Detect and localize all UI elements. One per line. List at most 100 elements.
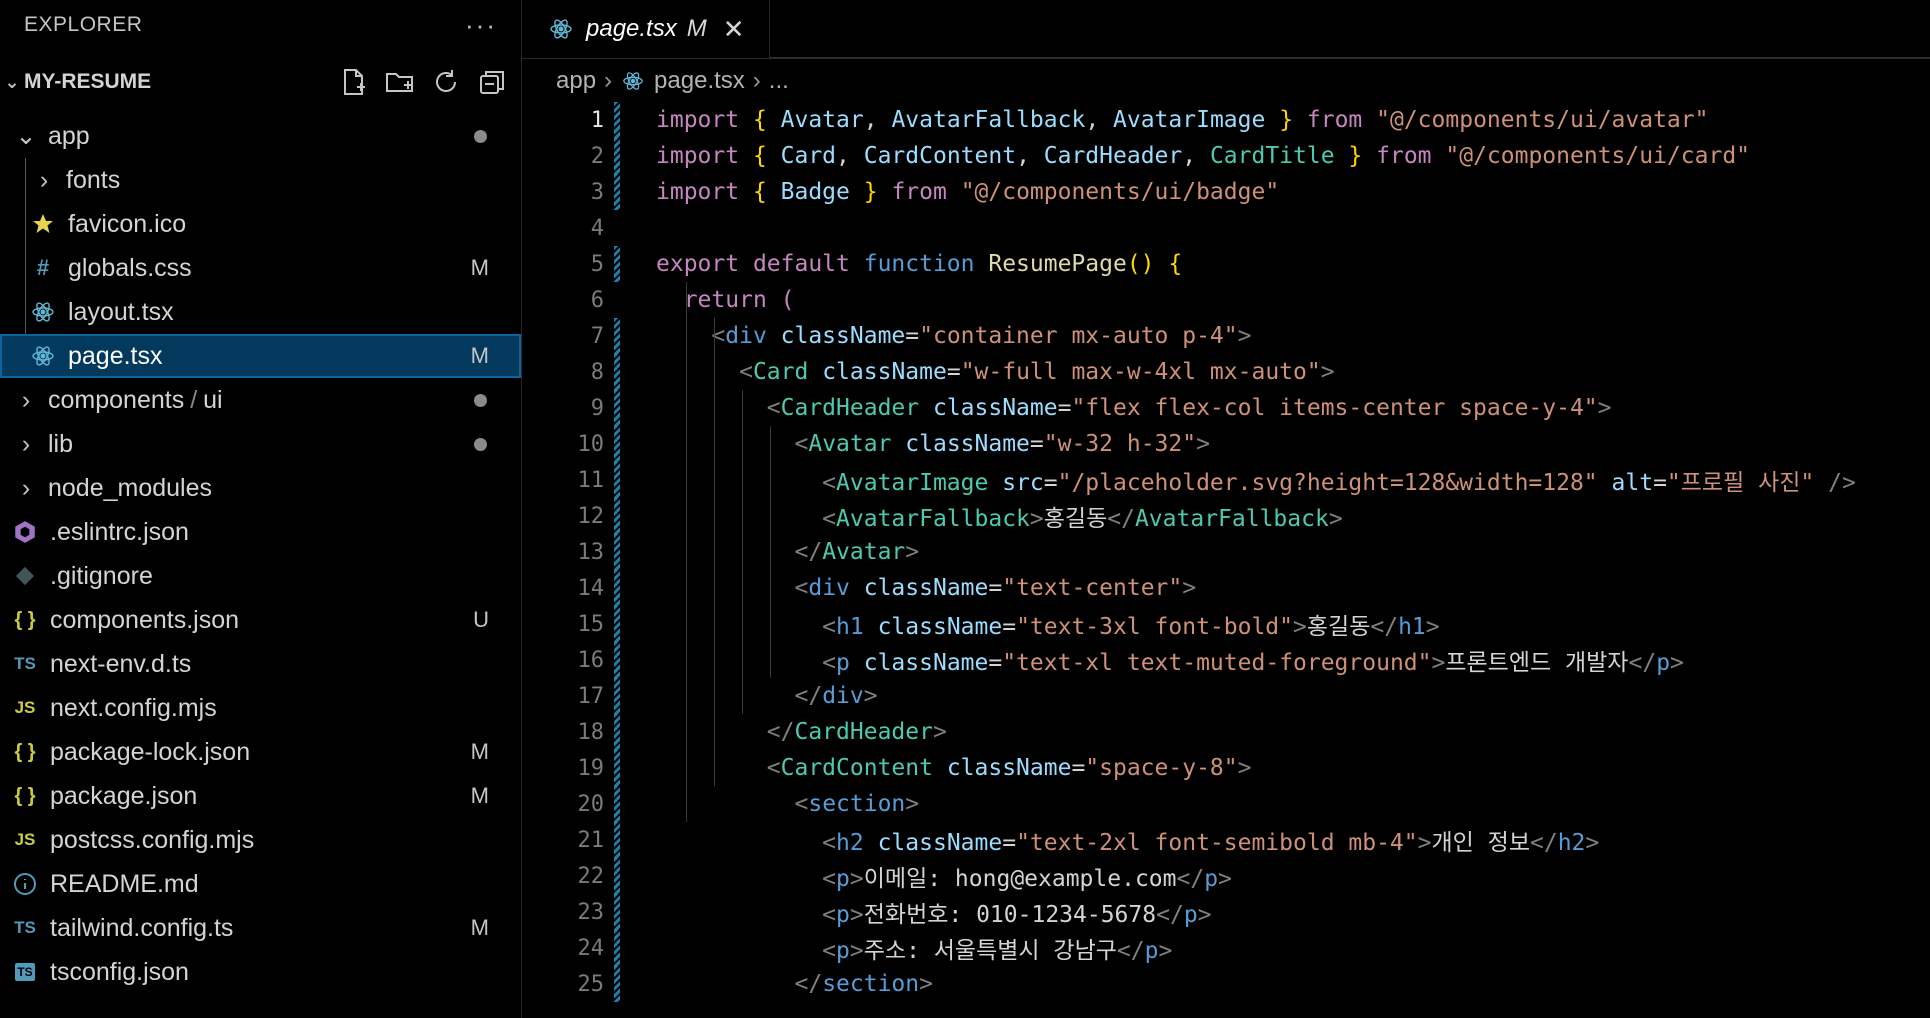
breadcrumb-folder[interactable]: app [556, 67, 596, 95]
code-line: 23 <p>전화번호: 010-1234-5678</p> [522, 894, 1930, 930]
close-icon[interactable]: ✕ [723, 14, 745, 45]
explorer-title: EXPLORER [24, 13, 143, 36]
project-root[interactable]: ⌄ MY-RESUME [0, 50, 521, 114]
breadcrumb-file[interactable]: page.tsx [654, 67, 745, 95]
line-number: 10 [577, 431, 605, 457]
tree-item[interactable]: TS tailwind.config.ts M [0, 906, 521, 950]
change-indicator[interactable] [614, 714, 620, 750]
change-indicator[interactable] [614, 606, 620, 642]
git-status-badge: M [470, 783, 489, 808]
change-indicator[interactable] [614, 534, 620, 570]
line-number: 11 [577, 467, 605, 493]
new-file-icon[interactable] [337, 65, 371, 99]
line-number: 3 [590, 179, 604, 205]
refresh-icon[interactable] [429, 65, 463, 99]
tree-item[interactable]: { } components.json U [0, 598, 521, 642]
breadcrumb-more[interactable]: ... [769, 67, 789, 95]
line-number: 4 [590, 215, 604, 241]
code-text: import { Badge } from "@/components/ui/b… [656, 179, 1280, 205]
tree-item[interactable]: favicon.ico [0, 202, 521, 246]
code-line: 1 import { Avatar, AvatarFallback, Avatar… [522, 102, 1930, 138]
change-indicator[interactable] [614, 246, 620, 282]
change-indicator[interactable] [614, 786, 620, 822]
change-indicator[interactable] [614, 858, 620, 894]
change-indicator[interactable] [614, 138, 620, 174]
change-indicator[interactable] [614, 102, 620, 138]
tree-item[interactable]: › components / ui [0, 378, 521, 422]
change-indicator[interactable] [614, 426, 620, 462]
change-indicator[interactable] [614, 390, 620, 426]
line-number: 12 [577, 503, 605, 529]
change-indicator[interactable] [614, 750, 620, 786]
change-indicator[interactable] [614, 462, 620, 498]
code-text: <AvatarFallback>홍길동</AvatarFallback> [822, 506, 1343, 532]
tab-modified-badge: M [686, 15, 707, 42]
tree-item[interactable]: JS next.config.mjs [0, 686, 521, 730]
code-text: <div className="text-center"> [794, 575, 1197, 601]
code-text: <CardHeader className="flex flex-col ite… [766, 395, 1612, 421]
tree-item[interactable]: { } package.json M [0, 774, 521, 818]
change-indicator[interactable] [614, 642, 620, 678]
tree-item[interactable]: ⌄ app [0, 114, 521, 158]
code-line: 16 <p className="text-xl text-muted-fore… [522, 642, 1930, 678]
tree-item[interactable]: › lib [0, 422, 521, 466]
code-text: <Card className="w-full max-w-4xl mx-aut… [739, 359, 1335, 385]
collapse-all-icon[interactable] [475, 65, 509, 99]
line-number: 22 [577, 863, 605, 889]
line-number: 23 [577, 899, 605, 925]
tree-item-label: lib [48, 429, 74, 458]
change-indicator[interactable] [614, 930, 620, 966]
line-number: 16 [577, 647, 605, 673]
code-text: <p>전화번호: 010-1234-5678</p> [822, 902, 1212, 928]
tree-item-label: app [48, 121, 90, 150]
favicon-star-icon [30, 211, 56, 237]
code-text: <div className="container mx-auto p-4"> [711, 323, 1252, 349]
tree-item[interactable]: JS postcss.config.mjs [0, 818, 521, 862]
change-indicator[interactable] [614, 894, 620, 930]
editor: page.tsx M ✕ app › page.tsx › ... 1 impor… [522, 0, 1930, 1018]
change-indicator[interactable] [614, 822, 620, 858]
change-indicator[interactable] [614, 570, 620, 606]
line-number: 18 [577, 719, 605, 745]
code-text: import { Avatar, AvatarFallback, AvatarI… [656, 107, 1709, 133]
tree-item[interactable]: TS next-env.d.ts [0, 642, 521, 686]
change-indicator[interactable] [614, 174, 620, 210]
line-number: 21 [577, 827, 605, 853]
tree-item[interactable]: TS tsconfig.json [0, 950, 521, 994]
tree-item-label: components.json [50, 605, 240, 634]
change-indicator[interactable] [614, 318, 620, 354]
more-actions-icon[interactable]: ··· [465, 10, 497, 41]
modified-dot [474, 393, 487, 407]
chevron-right-icon: › [21, 473, 31, 502]
tree-item-label: tsconfig.json [50, 957, 189, 986]
tree-item[interactable]: layout.tsx [0, 290, 521, 334]
tree-item[interactable]: # globals.css M [0, 246, 521, 290]
tree-item[interactable]: .eslintrc.json [0, 510, 521, 554]
code-line: 9 <CardHeader className="flex flex-col i… [522, 390, 1930, 426]
code-line: 11 <AvatarImage src="/placeholder.svg?he… [522, 462, 1930, 498]
tree-item[interactable]: › node_modules [0, 466, 521, 510]
change-indicator[interactable] [614, 498, 620, 534]
tree-item[interactable]: README.md [0, 862, 521, 906]
tree-item[interactable]: page.tsx M [0, 334, 521, 378]
code-text: export default function ResumePage() { [656, 251, 1183, 277]
code-text: </div> [794, 683, 878, 709]
git-status-badge: M [470, 739, 489, 764]
tree-item[interactable]: .gitignore [0, 554, 521, 598]
change-indicator[interactable] [614, 678, 620, 714]
code-area[interactable]: 1 import { Avatar, AvatarFallback, Avatar… [522, 102, 1930, 1018]
new-folder-icon[interactable] [383, 65, 417, 99]
file-tree: ⌄ app › fonts favicon.ico # globals.css Mlayout… [0, 114, 521, 994]
change-indicator[interactable] [614, 354, 620, 390]
change-indicator[interactable] [614, 966, 620, 1002]
react-icon [30, 343, 56, 369]
tree-item[interactable]: { } package-lock.json M [0, 730, 521, 774]
code-line: 13 </Avatar> [522, 534, 1930, 570]
tab-page-tsx[interactable]: page.tsx M ✕ [522, 0, 770, 58]
tree-item[interactable]: › fonts [0, 158, 521, 202]
tree-item-label: page.tsx [68, 341, 163, 370]
line-number: 1 [590, 107, 604, 133]
code-line: 24 <p>주소: 서울특별시 강남구</p> [522, 930, 1930, 966]
code-text: </section> [794, 971, 933, 997]
code-text: <section> [794, 791, 920, 817]
